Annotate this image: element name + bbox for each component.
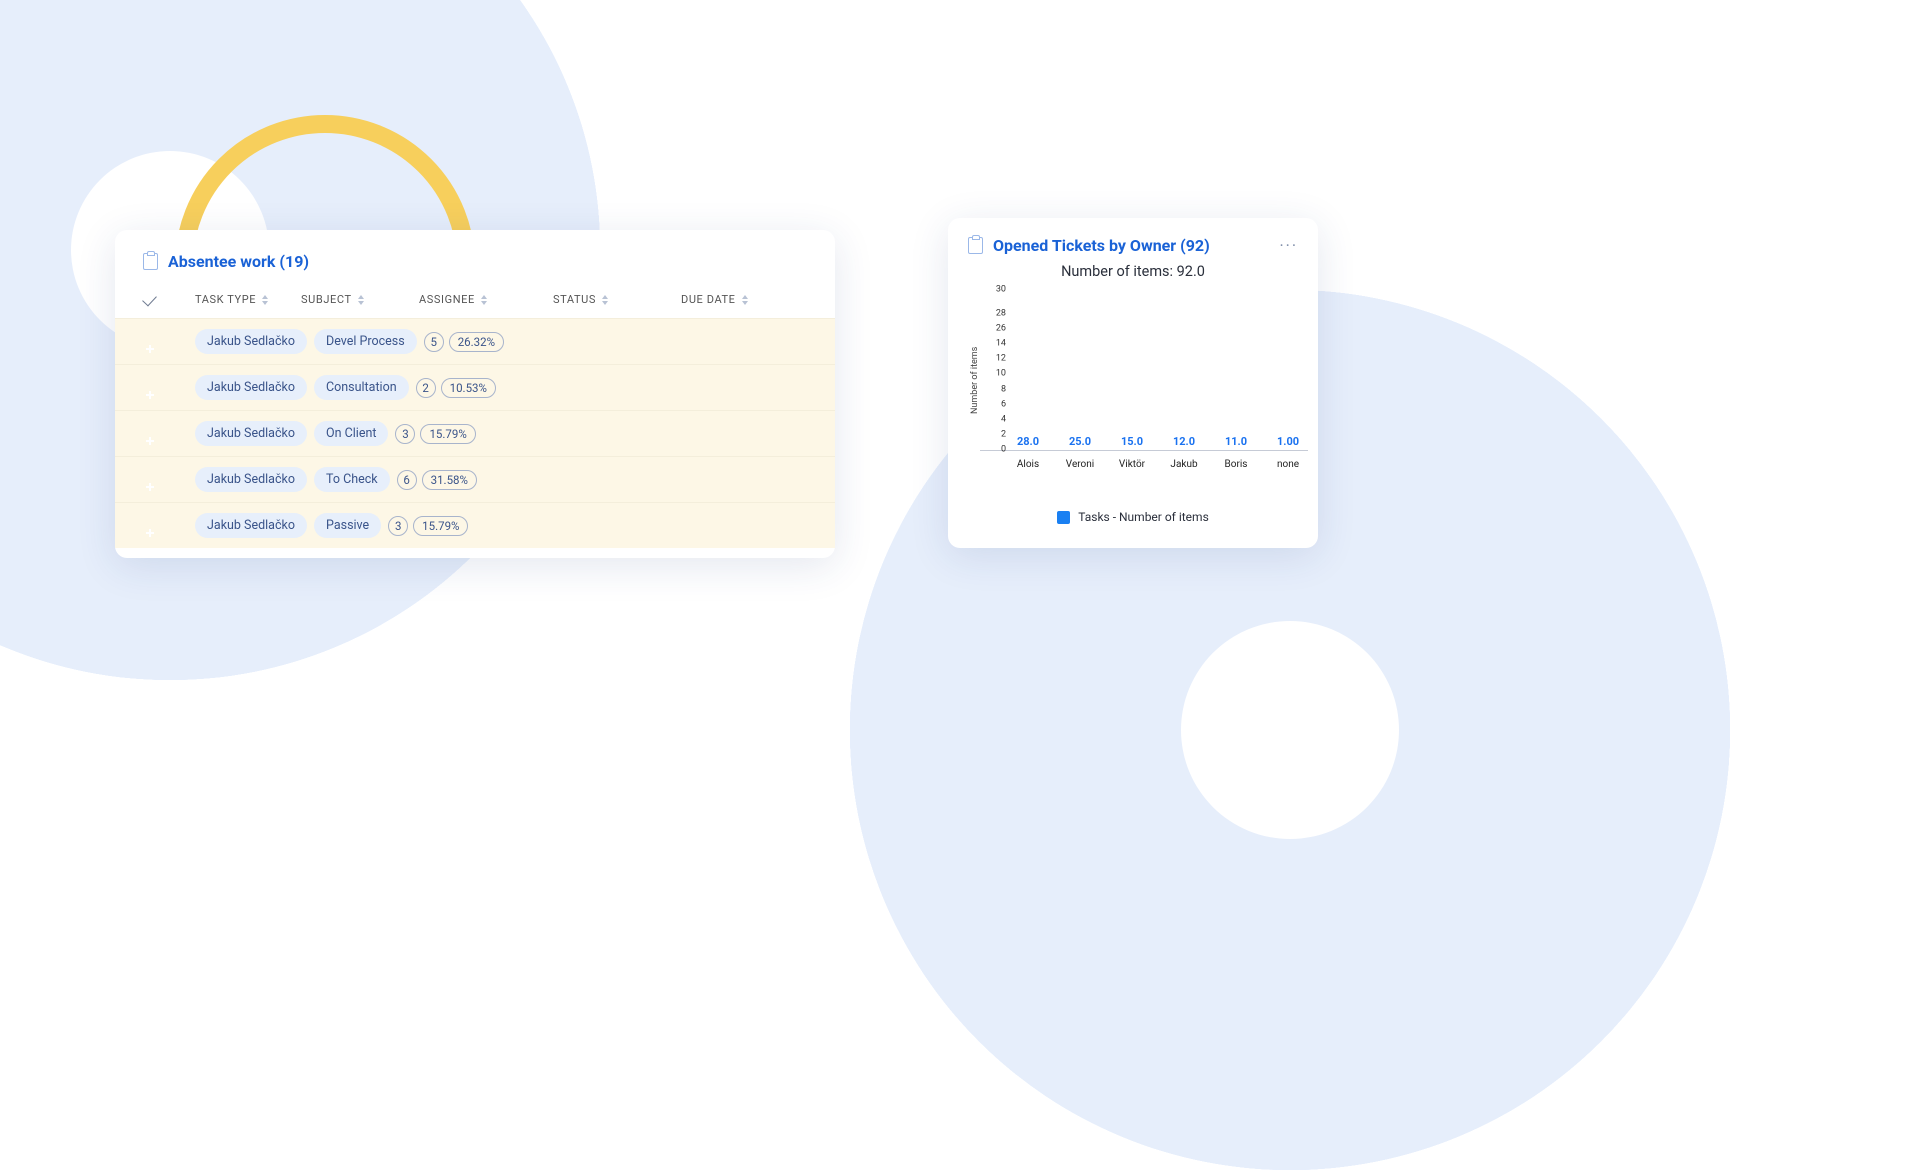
x-axis-ticks: Alois Veroni Viktör Jakub Boris none: [980, 459, 1308, 470]
percent-badge: 31.58%: [422, 470, 477, 490]
bar-group: 12.0: [1164, 435, 1204, 450]
subject-pill: Devel Process: [314, 329, 417, 354]
check-icon: [142, 291, 157, 306]
sort-icon: [261, 295, 269, 305]
percent-badge: 10.53%: [441, 378, 496, 398]
x-tick: Viktör: [1112, 459, 1152, 470]
column-label: STATUS: [553, 293, 596, 306]
count-badge: 6: [397, 470, 417, 490]
x-tick: Jakub: [1164, 459, 1204, 470]
clipboard-icon: [143, 253, 158, 270]
x-tick: Boris: [1216, 459, 1256, 470]
y-axis-label: Number of items: [968, 290, 980, 470]
x-tick: Veroni: [1060, 459, 1100, 470]
card-title: Opened Tickets by Owner (92): [993, 236, 1210, 255]
more-icon[interactable]: ···: [1279, 236, 1298, 255]
x-tick: none: [1268, 459, 1308, 470]
card-title: Absentee work (19): [168, 252, 309, 271]
sort-icon: [741, 295, 749, 305]
subject-pill: To Check: [314, 467, 390, 492]
bar-group: 1.00: [1268, 435, 1308, 450]
sort-icon: [480, 295, 488, 305]
y-tick: 28: [980, 310, 1006, 319]
x-tick: Alois: [1008, 459, 1048, 470]
sort-icon: [357, 295, 365, 305]
count-badge: 5: [424, 332, 444, 352]
legend-label: Tasks - Number of items: [1078, 510, 1209, 524]
assignee-pill: Jakub Sedlačko: [195, 467, 307, 492]
subject-pill: Passive: [314, 513, 381, 538]
subject-pill: Consultation: [314, 375, 409, 400]
chart: Number of items 02468101214262830 28.025…: [968, 290, 1298, 470]
absentee-work-card: Absentee work (19) TASK TYPE SUBJECT ASS…: [115, 230, 835, 558]
count-badge: 3: [395, 424, 415, 444]
y-tick: 6: [980, 400, 1006, 409]
y-tick: 8: [980, 385, 1006, 394]
assignee-pill: Jakub Sedlačko: [195, 421, 307, 446]
card-header: Opened Tickets by Owner (92) ···: [968, 236, 1298, 255]
bar-group: 25.0: [1060, 435, 1100, 450]
table-body: Jakub SedlačkoDevel Process526.32%Jakub …: [115, 318, 835, 548]
bar-group: 11.0: [1216, 435, 1256, 450]
count-badge: 2: [416, 378, 436, 398]
legend-swatch: [1057, 511, 1070, 524]
bar-group: 15.0: [1112, 435, 1152, 450]
assignee-pill: Jakub Sedlačko: [195, 375, 307, 400]
y-tick: 14: [980, 340, 1006, 349]
y-axis-ticks: 02468101214262830: [980, 290, 1006, 450]
clipboard-icon: [968, 237, 983, 254]
bar-value-label: 1.00: [1277, 435, 1299, 448]
column-check[interactable]: [143, 297, 195, 303]
bar-value-label: 25.0: [1069, 435, 1091, 448]
y-tick: 4: [980, 415, 1006, 424]
bar-value-label: 28.0: [1017, 435, 1039, 448]
y-tick: 0: [980, 445, 1006, 454]
column-assignee[interactable]: ASSIGNEE: [419, 293, 553, 306]
column-label: DUE DATE: [681, 293, 736, 306]
table-row[interactable]: Jakub Sedlačko On Client 315.79%: [115, 410, 835, 456]
plot-area: 02468101214262830 28.025.015.012.011.01.…: [980, 290, 1308, 451]
table-row[interactable]: Jakub Sedlačko Passive 315.79%: [115, 502, 835, 548]
table-row[interactable]: Jakub Sedlačko Devel Process 526.32%: [115, 318, 835, 364]
y-tick: 10: [980, 370, 1006, 379]
y-tick: 2: [980, 430, 1006, 439]
y-tick: 26: [980, 325, 1006, 334]
bar-value-label: 11.0: [1225, 435, 1247, 448]
count-badge: 3: [388, 516, 408, 536]
column-status[interactable]: STATUS: [553, 293, 681, 306]
subject-pill: On Client: [314, 421, 388, 446]
chart-subtitle: Number of items: 92.0: [968, 263, 1298, 280]
table-row[interactable]: Jakub Sedlačko Consultation 210.53%: [115, 364, 835, 410]
percent-badge: 26.32%: [449, 332, 504, 352]
column-subject[interactable]: SUBJECT: [301, 293, 419, 306]
card-header: Absentee work (19): [115, 230, 835, 279]
column-task-type[interactable]: TASK TYPE: [195, 293, 301, 306]
table-header-row: TASK TYPE SUBJECT ASSIGNEE STATUS DUE DA…: [115, 279, 835, 318]
percent-badge: 15.79%: [420, 424, 475, 444]
y-tick: 30: [980, 286, 1006, 295]
bar-group: 28.0: [1008, 435, 1048, 450]
column-label: SUBJECT: [301, 293, 352, 306]
column-due-date[interactable]: DUE DATE: [681, 293, 791, 306]
column-label: TASK TYPE: [195, 293, 256, 306]
assignee-pill: Jakub Sedlačko: [195, 329, 307, 354]
bar-value-label: 15.0: [1121, 435, 1143, 448]
bar-value-label: 12.0: [1173, 435, 1195, 448]
opened-tickets-card: Opened Tickets by Owner (92) ··· Number …: [948, 218, 1318, 548]
column-label: ASSIGNEE: [419, 293, 475, 306]
table-row[interactable]: Jakub Sedlačko To Check 631.58%: [115, 456, 835, 502]
sort-icon: [601, 295, 609, 305]
y-tick: 12: [980, 355, 1006, 364]
chart-legend: Tasks - Number of items: [968, 510, 1298, 524]
percent-badge: 15.79%: [413, 516, 468, 536]
assignee-pill: Jakub Sedlačko: [195, 513, 307, 538]
